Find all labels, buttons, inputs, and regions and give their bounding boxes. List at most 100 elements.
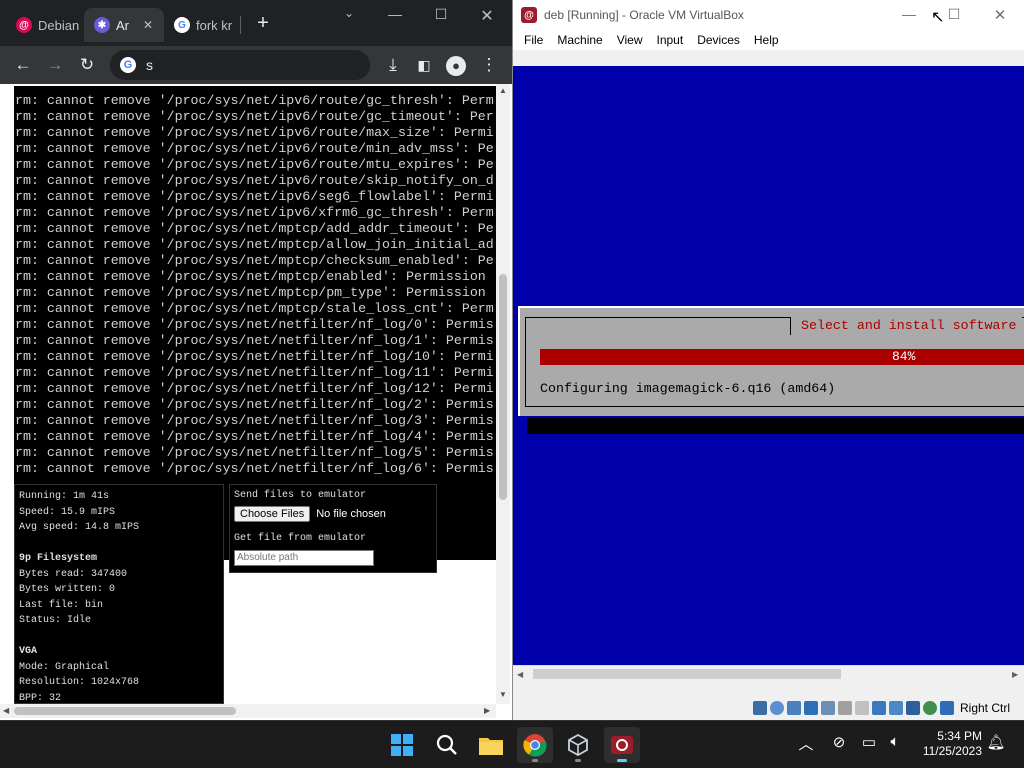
show-hidden-icons-chevron-icon[interactable]: ︿ — [795, 733, 817, 754]
page-vertical-scrollbar[interactable]: ▲ ▼ — [496, 84, 510, 704]
network-disconnected-icon[interactable]: ⊘ — [828, 733, 850, 751]
reload-icon[interactable]: ↻ — [74, 52, 100, 78]
terminal-line: rm: cannot remove '/proc/sys/net/netfilt… — [15, 413, 494, 428]
browser-toolbar: ← → ↻ G s ⤓ ◧ ● ⋮ — [0, 46, 512, 84]
monitor-icon[interactable]: ▭ — [858, 733, 880, 751]
audio-icon[interactable] — [786, 701, 801, 715]
choose-files-button[interactable]: Choose Files — [234, 506, 311, 522]
file-explorer-icon[interactable] — [473, 727, 509, 763]
page-horizontal-scrollbar[interactable]: ◀ ▶ — [0, 704, 496, 718]
menu-help[interactable]: Help — [754, 33, 779, 47]
debian-vm-icon: @ — [521, 7, 537, 23]
profile-icon[interactable]: ● — [443, 52, 469, 78]
usb-icon[interactable] — [820, 701, 835, 715]
tab-debian[interactable]: @ Debian — [6, 8, 84, 42]
scrollbar-thumb[interactable] — [14, 707, 236, 715]
stat-bytes-written: Bytes written: 0 — [19, 584, 116, 595]
system-clock[interactable]: 5:34 PM 11/25/2023 — [910, 729, 982, 759]
absolute-path-input[interactable]: Absolute path — [234, 550, 374, 566]
terminal-line: rm: cannot remove '/proc/sys/net/netfilt… — [15, 317, 494, 332]
close-icon[interactable]: ✕ — [143, 18, 153, 32]
vbox-window-title: deb [Running] - Oracle VM VirtualBox — [544, 8, 744, 22]
close-window-button[interactable]: ✕ — [472, 6, 502, 26]
terminal-line: rm: cannot remove '/proc/sys/net/netfilt… — [15, 461, 494, 476]
display-icon[interactable] — [854, 701, 869, 715]
minimize-button[interactable]: — — [380, 6, 410, 22]
terminal-line: rm: cannot remove '/proc/sys/net/ipv6/ro… — [15, 173, 494, 188]
menu-devices[interactable]: Devices — [697, 33, 740, 47]
terminal-line: rm: cannot remove '/proc/sys/net/netfilt… — [15, 445, 494, 460]
mouse-integration-icon[interactable] — [922, 701, 937, 715]
send-files-label: Send files to emulator — [234, 490, 367, 501]
virtualbox-icon[interactable] — [560, 727, 596, 763]
virtualization-icon[interactable] — [905, 701, 920, 715]
chrome-icon[interactable] — [517, 727, 553, 763]
more-menu-icon[interactable]: ⋮ — [476, 52, 502, 78]
scroll-left-arrow-icon[interactable]: ◀ — [3, 704, 9, 718]
debian-app-icon[interactable] — [604, 727, 640, 763]
dialog-frame: Select and install software 84% Configur… — [525, 317, 1024, 407]
maximize-button[interactable]: ☐ — [426, 6, 456, 23]
scroll-down-arrow-icon[interactable]: ▼ — [496, 690, 510, 699]
terminal-line: rm: cannot remove '/proc/sys/net/ipv6/ro… — [15, 109, 494, 124]
cpu-icon[interactable] — [888, 701, 903, 715]
vbox-horizontal-scrollbar[interactable]: ◀ ▶ — [513, 665, 1024, 683]
volume-icon[interactable]: 🔈︎ — [884, 733, 906, 750]
optical-drive-icon[interactable] — [769, 701, 784, 715]
scroll-up-arrow-icon[interactable]: ▲ — [496, 86, 510, 95]
progress-percent: 84% — [892, 349, 916, 364]
debian-swirl-icon: @ — [16, 17, 32, 33]
installer-dialog: Select and install software 84% Configur… — [518, 306, 1024, 416]
virtualbox-window: @ deb [Running] - Oracle VM VirtualBox —… — [512, 0, 1024, 720]
file-transfer-panel: Send files to emulator Choose Files No f… — [229, 484, 437, 573]
scrollbar-thumb[interactable] — [533, 669, 841, 679]
stat-bytes-read: Bytes read: 347400 — [19, 568, 128, 580]
video-capture-icon[interactable] — [871, 701, 886, 715]
vbox-status-bar: Right Ctrl — [513, 696, 1024, 720]
network-icon[interactable] — [803, 701, 818, 715]
notification-bell-icon[interactable]: 🔔︎ — [985, 733, 1007, 751]
tab-active[interactable]: ✱ Ar ✕ — [84, 8, 164, 42]
clock-time: 5:34 PM — [937, 729, 982, 743]
tab-label: Debian — [38, 17, 80, 33]
vm-display[interactable]: Select and install software 84% Configur… — [513, 66, 1024, 665]
tab-separator — [240, 16, 241, 34]
menu-view[interactable]: View — [617, 33, 643, 47]
windows-start-icon[interactable] — [384, 727, 420, 763]
tab-strip: @ Debian ✱ Ar ✕ G fork kr + ⌄ — ☐ ✕ — [0, 0, 512, 46]
close-window-button[interactable]: ✕ — [985, 6, 1015, 24]
menu-input[interactable]: Input — [657, 33, 684, 47]
menu-machine[interactable]: Machine — [557, 33, 602, 47]
tab-label: fork kr — [196, 17, 233, 33]
scroll-left-arrow-icon[interactable]: ◀ — [517, 666, 523, 683]
tab-search-chevron-icon[interactable]: ⌄ — [334, 6, 364, 20]
tab-label: Ar — [116, 17, 129, 33]
address-bar[interactable]: G s — [110, 50, 370, 80]
terminal-line: rm: cannot remove '/proc/sys/net/netfilt… — [15, 397, 494, 412]
forward-arrow-icon[interactable]: → — [42, 52, 68, 78]
side-panel-icon[interactable]: ◧ — [411, 52, 437, 78]
scroll-right-arrow-icon[interactable]: ▶ — [1012, 666, 1018, 683]
scrollbar-thumb[interactable] — [499, 274, 507, 500]
shared-folders-icon[interactable] — [837, 701, 852, 715]
hard-disk-icon[interactable] — [752, 701, 767, 715]
terminal-line: rm: cannot remove '/proc/sys/net/netfilt… — [15, 429, 494, 444]
address-text[interactable]: s — [146, 57, 153, 73]
new-tab-button[interactable]: + — [250, 10, 276, 36]
terminal-line: rm: cannot remove '/proc/sys/net/netfilt… — [15, 381, 494, 396]
clock-date: 11/25/2023 — [922, 744, 982, 758]
keyboard-capture-icon[interactable] — [939, 701, 954, 715]
download-icon[interactable]: ⤓ — [380, 52, 406, 78]
terminal-line: rm: cannot remove '/proc/sys/net/ipv6/xf… — [15, 205, 494, 220]
scroll-right-arrow-icon[interactable]: ▶ — [484, 704, 490, 718]
tab-fork[interactable]: G fork kr — [164, 8, 236, 42]
running-indicator — [575, 759, 581, 762]
search-icon[interactable] — [429, 727, 465, 763]
back-arrow-icon[interactable]: ← — [10, 52, 36, 78]
google-icon: G — [174, 17, 190, 33]
vga-heading: VGA — [19, 646, 38, 657]
menu-file[interactable]: File — [524, 33, 543, 47]
minimize-button[interactable]: — — [894, 6, 924, 22]
